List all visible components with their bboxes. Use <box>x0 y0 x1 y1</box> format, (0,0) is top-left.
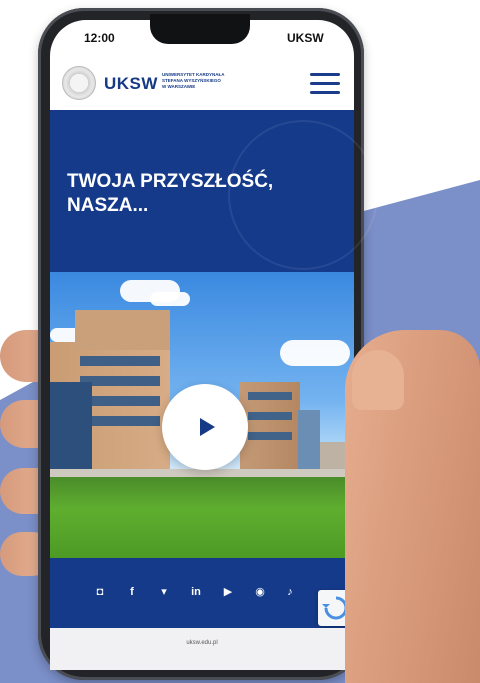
linkedin-icon[interactable]: in <box>186 582 206 602</box>
hero-title: TWOJA PRZYSZŁOŚĆ, NASZA... <box>67 171 274 216</box>
tiktok-icon[interactable]: ♪ <box>280 582 300 602</box>
instagram-icon[interactable]: ◘ <box>90 582 110 602</box>
site-header: UKSW UNIWERSYTET KARDYNAŁA STEFANA WYSZY… <box>50 58 354 110</box>
status-carrier: UKSW <box>287 31 324 45</box>
hero-banner: TWOJA PRZYSZŁOŚĆ, NASZA... <box>50 110 378 272</box>
logo-subtitle: UNIWERSYTET KARDYNAŁA STEFANA WYSZYŃSKIE… <box>162 72 225 89</box>
phone-notch <box>150 14 250 44</box>
spotify-icon[interactable]: ◉ <box>250 582 270 602</box>
facebook-icon[interactable]: f <box>122 582 142 602</box>
site-logo[interactable]: UKSW <box>104 74 158 94</box>
play-icon <box>200 418 215 436</box>
status-time: 12:00 <box>84 31 115 45</box>
play-button[interactable] <box>162 384 248 470</box>
youtube-icon[interactable]: ▶ <box>218 582 238 602</box>
browser-url-bar[interactable]: uksw.edu.pl <box>50 628 354 670</box>
social-links-bar: ◘ f ▾ in ▶ ◉ ♪ <box>50 558 354 628</box>
university-seal-icon[interactable] <box>62 66 96 100</box>
twitter-icon[interactable]: ▾ <box>154 582 174 602</box>
hamburger-icon[interactable] <box>310 73 340 95</box>
campus-video-thumbnail[interactable] <box>50 272 354 558</box>
